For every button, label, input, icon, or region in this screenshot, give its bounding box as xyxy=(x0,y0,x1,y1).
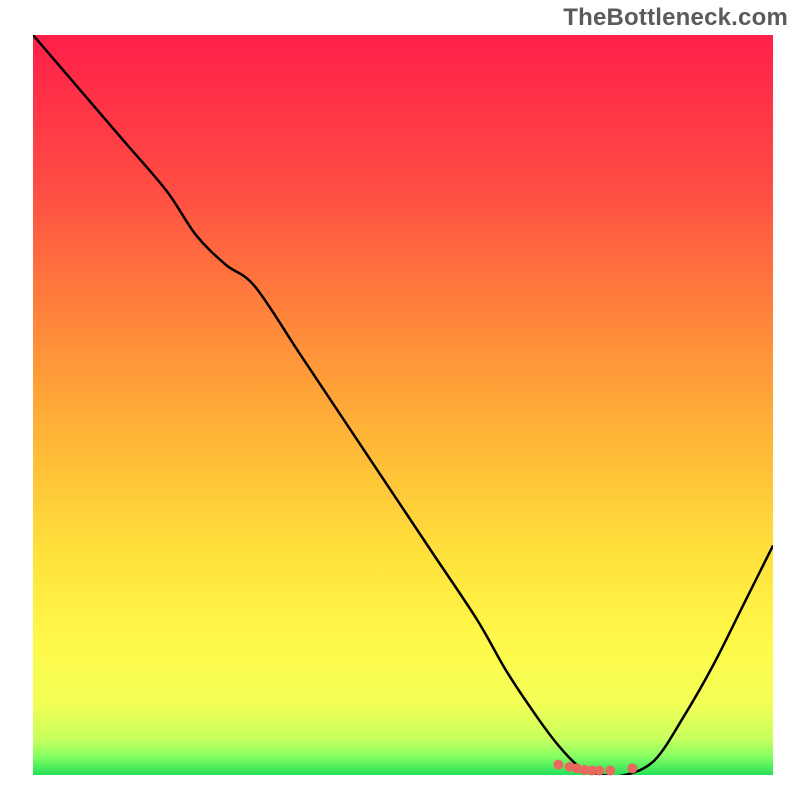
bottleneck-chart xyxy=(0,0,800,800)
data-point xyxy=(627,763,637,773)
watermark-label: TheBottleneck.com xyxy=(563,4,788,32)
data-point xyxy=(553,760,563,770)
data-point xyxy=(594,766,604,776)
plot-background xyxy=(33,35,773,775)
data-point xyxy=(605,766,615,776)
